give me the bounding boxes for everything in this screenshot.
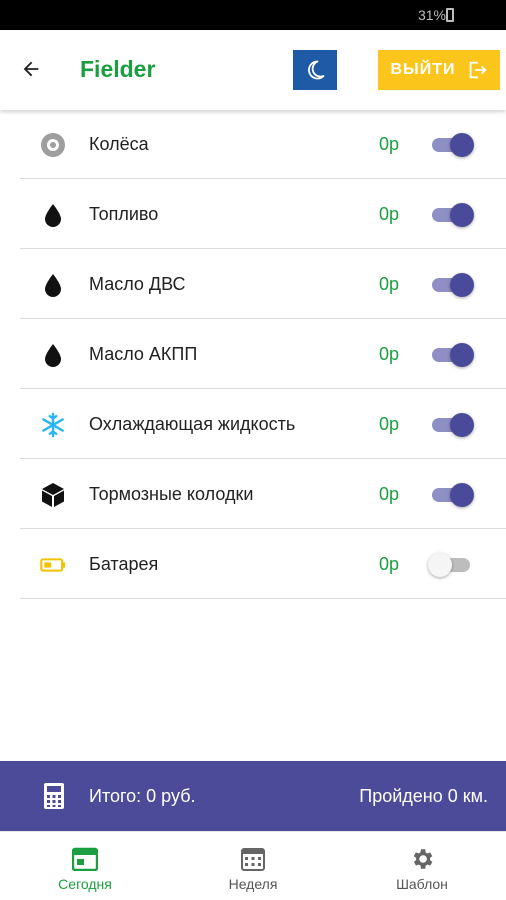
item-label: Колёса xyxy=(89,134,149,154)
item-label: Масло ДВС xyxy=(89,274,186,294)
tab-label: Сегодня xyxy=(58,876,112,892)
page-title: Fielder xyxy=(80,56,156,82)
back-button[interactable] xyxy=(16,54,46,84)
list-item-fuel: Топливо 0р xyxy=(20,179,506,249)
toggle-thumb xyxy=(450,203,474,227)
battery-level: 31% xyxy=(417,7,446,23)
tab-template[interactable]: Шаблон xyxy=(362,832,482,900)
list-item-engine-oil: Масло ДВС 0р xyxy=(20,249,506,319)
summary-bar: Итого: 0 руб. Пройдено 0 км. xyxy=(0,761,506,831)
toggle-thumb xyxy=(450,273,474,297)
maintenance-list: Колёса 0р Топливо 0р Масло ДВС 0р Масло … xyxy=(20,109,506,599)
toggle-thumb xyxy=(450,343,474,367)
list-item-battery: Батарея 0р xyxy=(20,529,506,599)
tab-week[interactable]: Неделя xyxy=(193,832,313,900)
item-toggle[interactable] xyxy=(428,413,474,437)
item-toggle[interactable] xyxy=(428,483,474,507)
item-price: 0р xyxy=(379,414,400,434)
exit-button[interactable]: ВЫЙТИ xyxy=(378,50,500,90)
item-price: 0р xyxy=(379,204,400,224)
list-item-coolant: Охлаждающая жидкость 0р xyxy=(20,389,506,459)
item-toggle[interactable] xyxy=(428,203,474,227)
cube-icon xyxy=(40,482,66,508)
calendar-week-icon xyxy=(241,846,265,872)
tab-today[interactable]: Сегодня xyxy=(25,832,145,900)
item-label: Тормозные колодки xyxy=(89,484,254,504)
item-label: Масло АКПП xyxy=(89,344,198,364)
calendar-today-icon xyxy=(72,846,98,872)
tab-label: Неделя xyxy=(228,876,278,892)
arrow-left-icon xyxy=(23,61,39,77)
battery-icon xyxy=(40,552,66,578)
moon-icon xyxy=(308,60,325,80)
drop-icon xyxy=(40,202,66,228)
wheel-icon xyxy=(40,132,66,158)
status-bar: 31% xyxy=(0,0,506,30)
item-price: 0р xyxy=(379,344,400,364)
list-item-brake-pads: Тормозные колодки 0р xyxy=(20,459,506,529)
logout-icon xyxy=(469,61,487,79)
distance-travelled: Пройдено 0 км. xyxy=(359,786,488,806)
toggle-thumb xyxy=(428,553,452,577)
list-item-transmission-oil: Масло АКПП 0р xyxy=(20,319,506,389)
item-price: 0р xyxy=(379,274,400,294)
tab-label: Шаблон xyxy=(396,876,448,892)
toggle-thumb xyxy=(450,413,474,437)
exit-button-label: ВЫЙТИ xyxy=(390,61,456,78)
item-label: Охлаждающая жидкость xyxy=(89,414,296,434)
item-label: Батарея xyxy=(89,554,159,574)
drop-icon xyxy=(40,272,66,298)
item-toggle[interactable] xyxy=(428,553,474,577)
item-label: Топливо xyxy=(89,204,159,224)
item-price: 0р xyxy=(379,554,400,574)
item-price: 0р xyxy=(379,484,400,504)
item-toggle[interactable] xyxy=(428,273,474,297)
item-toggle[interactable] xyxy=(428,133,474,157)
calculator-icon xyxy=(43,782,65,815)
night-mode-button[interactable] xyxy=(293,50,337,90)
drop-icon xyxy=(40,342,66,368)
item-toggle[interactable] xyxy=(428,343,474,367)
app-bar: Fielder ВЫЙТИ xyxy=(0,30,506,110)
bottom-navigation: Сегодня Неделя Шаблон xyxy=(0,831,506,900)
toggle-thumb xyxy=(450,483,474,507)
total-cost: Итого: 0 руб. xyxy=(89,786,196,806)
toggle-thumb xyxy=(450,133,474,157)
battery-status-icon xyxy=(446,8,454,22)
list-item-wheels: Колёса 0р xyxy=(20,109,506,179)
gear-icon xyxy=(409,846,435,872)
item-price: 0р xyxy=(379,134,400,154)
snowflake-icon xyxy=(40,412,66,438)
